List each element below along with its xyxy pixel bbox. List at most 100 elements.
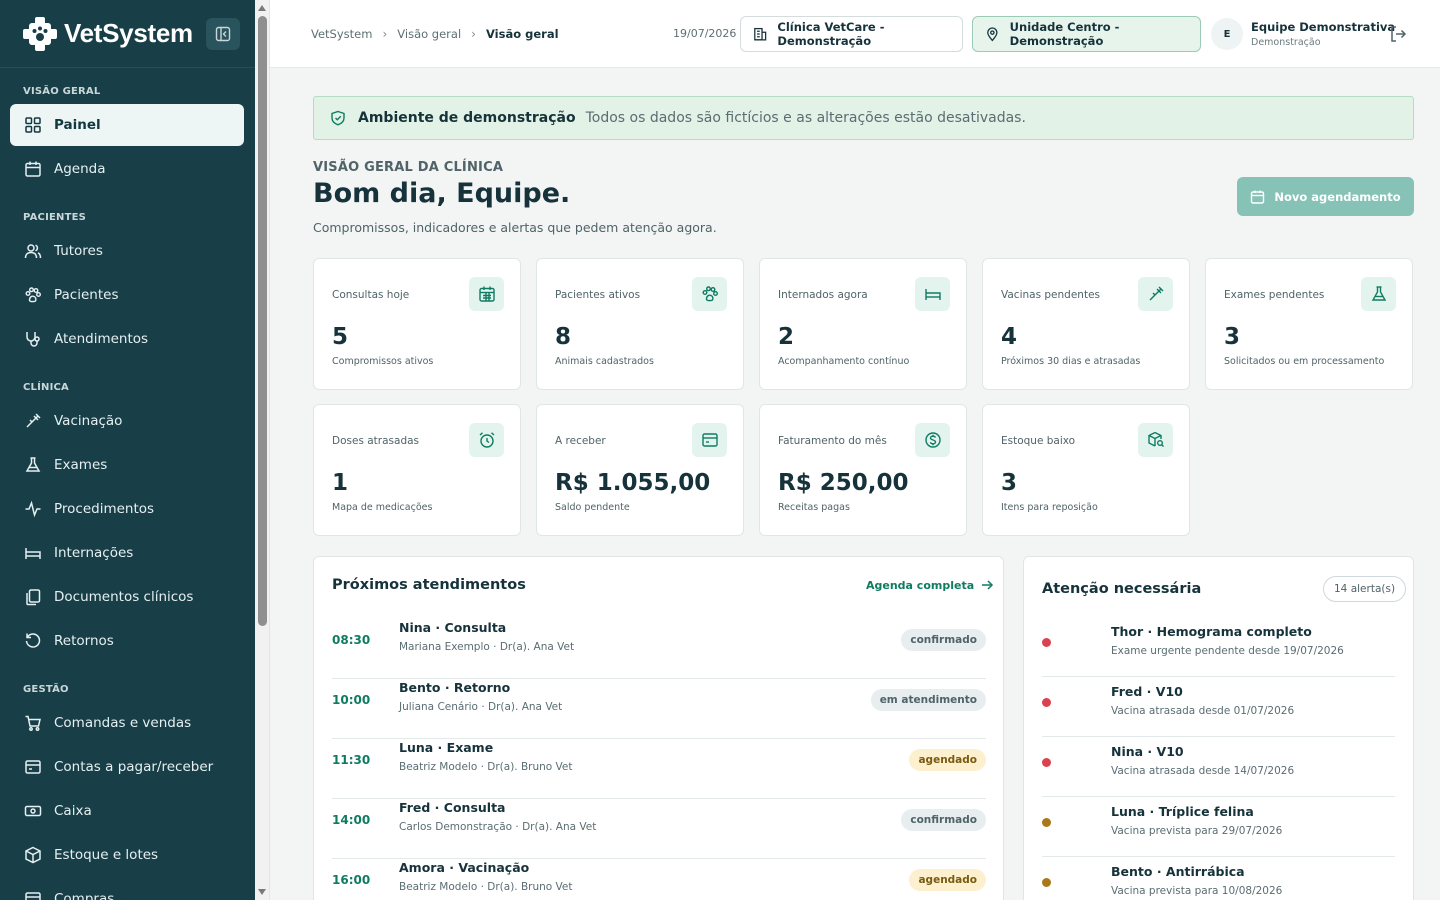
stat-value: R$ 250,00 <box>778 470 909 496</box>
clinic-name: Clínica VetCare - Demonstração <box>777 20 885 48</box>
stat-card-faturamento-mes[interactable]: Faturamento do mês R$ 250,00 Receitas pa… <box>759 404 967 536</box>
upcoming-appointments-panel: Próximos atendimentos Agenda completa 08… <box>313 556 1004 900</box>
stat-label: Exames pendentes <box>1224 289 1325 301</box>
new-appointment-button[interactable]: Novo agendamento <box>1237 177 1414 216</box>
sidebar-scrollbar[interactable] <box>255 0 270 900</box>
wallet-icon <box>692 423 727 457</box>
stat-value: 3 <box>1001 470 1018 496</box>
appointment-time: 10:00 <box>332 693 371 707</box>
stat-card-exames-pendentes[interactable]: Exames pendentes 3 Solicitados ou em pro… <box>1205 258 1413 390</box>
sidebar-item-pacientes[interactable]: Pacientes <box>10 274 244 316</box>
logout-icon <box>1391 26 1407 42</box>
current-date: 19/07/2026 <box>673 27 737 40</box>
appointment-title: Amora · Vacinação <box>399 860 530 875</box>
syringe-icon <box>26 413 41 428</box>
appointment-time: 14:00 <box>332 813 371 827</box>
arrow-right-icon <box>982 580 994 590</box>
avatar[interactable]: E <box>1211 18 1243 50</box>
stat-value: 2 <box>778 324 795 350</box>
sidebar-item-label: Painel <box>54 117 101 133</box>
sidebar-item-comandas[interactable]: Comandas e vendas <box>10 702 244 744</box>
appointment-row[interactable]: 11:30 Luna · Exame Beatriz Modelo · Dr(a… <box>332 739 986 799</box>
brand-name: VetSystem <box>64 18 193 48</box>
stat-card-vacinas-pendentes[interactable]: Vacinas pendentes 4 Próximos 30 dias e a… <box>982 258 1190 390</box>
scroll-down-arrow-icon[interactable] <box>258 889 266 895</box>
sidebar-item-estoque[interactable]: Estoque e lotes <box>10 834 244 876</box>
bed-icon <box>25 548 41 559</box>
section-title-pacientes: PACIENTES <box>23 212 87 223</box>
alert-item[interactable]: Fred · V10 Vacina atrasada desde 01/07/2… <box>1042 677 1395 737</box>
new-appointment-label: Novo agendamento <box>1274 189 1401 204</box>
logout-button[interactable] <box>1388 24 1408 48</box>
breadcrumb-item[interactable]: Visão geral <box>397 27 461 41</box>
sidebar-item-contas[interactable]: Contas a pagar/receber <box>10 746 244 788</box>
stat-subtext: Receitas pagas <box>778 502 850 513</box>
alert-item[interactable]: Thor · Hemograma completo Exame urgente … <box>1042 617 1395 677</box>
sidebar-item-label: Retornos <box>54 633 114 649</box>
chevron-right-icon: › <box>382 27 388 41</box>
collapse-sidebar-button[interactable] <box>206 18 240 50</box>
sidebar-item-exames[interactable]: Exames <box>10 444 244 486</box>
stat-card-pacientes-ativos[interactable]: Pacientes ativos 8 Animais cadastrados <box>536 258 744 390</box>
appointment-time: 16:00 <box>332 873 371 887</box>
stat-label: Vacinas pendentes <box>1001 289 1100 301</box>
stat-label: Consultas hoje <box>332 289 410 301</box>
stat-subtext: Acompanhamento contínuo <box>778 356 910 367</box>
alert-title: Fred · V10 <box>1111 684 1183 699</box>
sidebar-item-tutores[interactable]: Tutores <box>10 230 244 272</box>
appointment-row[interactable]: 08:30 Nina · Consulta Mariana Exemplo · … <box>332 619 986 679</box>
sidebar-item-internacoes[interactable]: Internações <box>10 532 244 574</box>
calendar-icon <box>469 277 504 311</box>
sidebar-item-documentos-clinicos[interactable]: Documentos clínicos <box>10 576 244 618</box>
sidebar-item-vacinacao[interactable]: Vacinação <box>10 400 244 442</box>
appointment-details: Juliana Cenário · Dr(a). Ana Vet <box>399 701 563 713</box>
calendar-icon <box>25 161 41 177</box>
breadcrumb-item[interactable]: VetSystem <box>311 27 372 41</box>
dashboard-icon <box>25 117 41 133</box>
appointment-title: Fred · Consulta <box>399 800 506 815</box>
appointment-row[interactable]: 10:00 Bento · Retorno Juliana Cenário · … <box>332 679 986 739</box>
sidebar-collapse-icon <box>215 26 231 42</box>
stat-card-doses-atrasadas[interactable]: Doses atrasadas 1 Mapa de medicações <box>313 404 521 536</box>
appointment-time: 08:30 <box>332 633 371 647</box>
sidebar-item-procedimentos[interactable]: Procedimentos <box>10 488 244 530</box>
scrollbar-thumb[interactable] <box>258 16 267 626</box>
appointment-title: Bento · Retorno <box>399 680 511 695</box>
stat-value: 5 <box>332 324 349 350</box>
sidebar-item-agenda[interactable]: Agenda <box>10 148 244 190</box>
panel-title: Próximos atendimentos <box>332 577 526 593</box>
sidebar-item-compras[interactable]: Compras <box>10 878 244 900</box>
alert-title: Luna · Tríplice felina <box>1111 804 1254 819</box>
sidebar-item-label: Atendimentos <box>54 331 149 347</box>
sidebar-item-label: Compras <box>54 891 115 900</box>
breadcrumb-current: Visão geral <box>485 27 559 41</box>
alert-item[interactable]: Bento · Antirrábica Vacina prevista para… <box>1042 857 1395 900</box>
alert-item[interactable]: Luna · Tríplice felina Vacina prevista p… <box>1042 797 1395 857</box>
sidebar-item-retornos[interactable]: Retornos <box>10 620 244 662</box>
stat-card-estoque-baixo[interactable]: Estoque baixo 3 Itens para reposição <box>982 404 1190 536</box>
stat-card-internados-agora[interactable]: Internados agora 2 Acompanhamento contín… <box>759 258 967 390</box>
sidebar-item-label: Comandas e vendas <box>54 715 192 731</box>
sidebar-item-painel[interactable]: Painel <box>10 104 244 146</box>
sidebar-item-caixa[interactable]: Caixa <box>10 790 244 832</box>
appointment-row[interactable]: 16:00 Amora · Vacinação Beatriz Modelo ·… <box>332 859 986 900</box>
appointment-row[interactable]: 14:00 Fred · Consulta Carlos Demonstraçã… <box>332 799 986 859</box>
stat-label: Internados agora <box>778 289 868 301</box>
appointment-details: Carlos Demonstração · Dr(a). Ana Vet <box>399 821 597 833</box>
clinic-selector[interactable]: Clínica VetCare - Demonstração <box>740 16 963 52</box>
sidebar-item-atendimentos[interactable]: Atendimentos <box>10 318 244 360</box>
scroll-up-arrow-icon[interactable] <box>258 5 266 11</box>
full-agenda-link[interactable]: Agenda completa <box>866 578 994 592</box>
user-name: Equipe Demonstrativa <box>1251 20 1396 34</box>
alert-dot-icon <box>1042 638 1051 647</box>
unit-selector[interactable]: Unidade Centro - Demonstração <box>972 16 1201 52</box>
appointment-title: Luna · Exame <box>399 740 494 755</box>
alert-item[interactable]: Nina · V10 Vacina atrasada desde 14/07/2… <box>1042 737 1395 797</box>
stat-card-consultas-hoje[interactable]: Consultas hoje 5 Compromissos ativos <box>313 258 521 390</box>
appointment-time: 11:30 <box>332 753 371 767</box>
user-role: Demonstração <box>1251 37 1321 48</box>
map-pin-icon <box>987 27 998 42</box>
stat-card-a-receber[interactable]: A receber R$ 1.055,00 Saldo pendente <box>536 404 744 536</box>
stat-value: 1 <box>332 470 349 496</box>
alert-details: Vacina prevista para 10/08/2026 <box>1111 885 1283 897</box>
